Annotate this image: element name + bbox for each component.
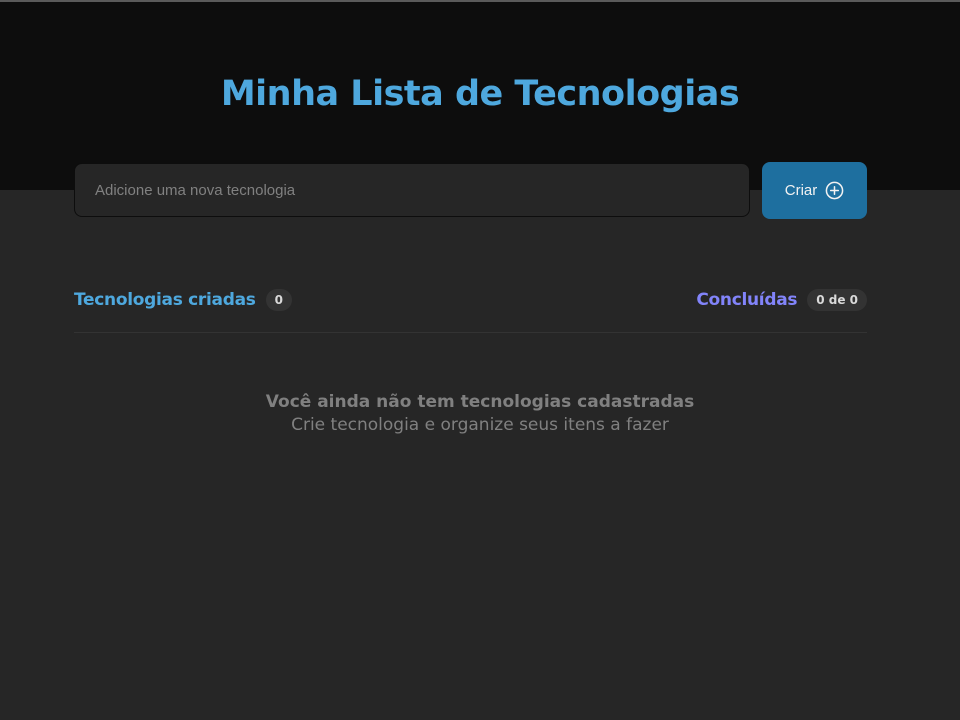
empty-state-title: Você ainda não tem tecnologias cadastrad… (265, 392, 695, 412)
done-label: Concluídas (696, 290, 798, 310)
created-label: Tecnologias criadas (74, 290, 256, 310)
empty-state: Você ainda não tem tecnologias cadastrad… (0, 391, 960, 437)
empty-state-subtitle: Crie tecnologia e organize seus itens a … (291, 415, 669, 435)
task-counters: Tecnologias criadas 0 Concluídas 0 de 0 (74, 285, 867, 315)
created-count-badge: 0 (265, 289, 292, 311)
create-button-label: Criar (784, 182, 818, 199)
done-counter: Concluídas 0 de 0 (696, 285, 867, 315)
new-tech-input[interactable] (74, 163, 750, 217)
page-title: Minha Lista de Tecnologias (220, 74, 740, 114)
create-button[interactable]: Criar (762, 162, 867, 219)
created-counter: Tecnologias criadas 0 (74, 285, 292, 315)
plus-circle-icon (825, 181, 844, 200)
new-tech-form: Criar (74, 162, 868, 220)
done-count-badge: 0 de 0 (807, 289, 867, 311)
list-divider (74, 332, 867, 333)
